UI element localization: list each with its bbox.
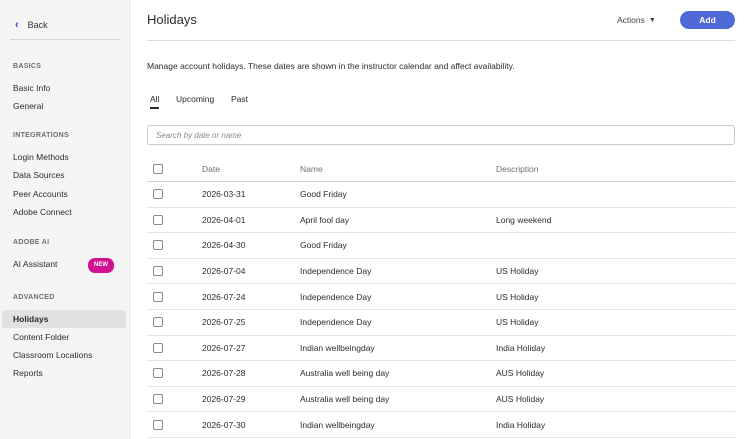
row-date: 2026-07-27 — [202, 342, 246, 353]
actions-dropdown[interactable]: Actions ▼ — [617, 15, 656, 25]
row-description: US Holiday — [496, 291, 539, 302]
column-header-date[interactable]: Date — [202, 164, 220, 174]
row-name: Independence Day — [300, 317, 372, 328]
actions-label: Actions — [617, 15, 645, 25]
row-name: Good Friday — [300, 189, 347, 200]
row-checkbox[interactable] — [153, 214, 163, 225]
row-date: 2026-07-25 — [202, 317, 246, 328]
row-name: Indian wellbeingday — [300, 419, 375, 430]
table-row[interactable]: 2026-07-29 Australia well being day AUS Ho… — [147, 387, 735, 413]
holidays-page: Holidays Actions ▼ Add Manage account ho… — [131, 0, 750, 439]
sidebar-item-holidays[interactable]: Holidays — [2, 310, 126, 328]
chevron-down-icon: ▼ — [648, 16, 656, 24]
row-checkbox[interactable] — [153, 394, 163, 405]
row-name: Independence Day — [300, 291, 372, 302]
settings-sidebar: ‹ Back BASICS Basic Info General INTEGRA… — [0, 0, 130, 439]
page-description: Manage account holidays. These dates are… — [147, 61, 515, 71]
row-description: AUS Holiday — [496, 394, 545, 405]
row-checkbox[interactable] — [153, 189, 163, 200]
tab-past[interactable]: Past — [231, 94, 248, 107]
row-checkbox[interactable] — [153, 419, 163, 430]
sidebar-item-data-sources[interactable]: Data Sources — [13, 170, 65, 180]
table-row[interactable]: 2026-07-24 Independence Day US Holiday — [147, 284, 735, 310]
table-row[interactable]: 2026-04-30 Good Friday — [147, 233, 735, 259]
row-date: 2026-07-24 — [202, 291, 246, 302]
section-title-integrations: INTEGRATIONS — [13, 132, 69, 139]
row-checkbox[interactable] — [153, 368, 163, 379]
holidays-table: Date Name Description 2026-03-31 Good Fri… — [147, 156, 735, 438]
row-description: India Holiday — [496, 419, 546, 430]
row-name: Good Friday — [300, 240, 347, 251]
sidebar-item-classroom-locations[interactable]: Classroom Locations — [13, 350, 92, 360]
row-date: 2026-04-01 — [202, 214, 246, 225]
tab-upcoming[interactable]: Upcoming — [176, 94, 214, 107]
sidebar-item-ai-assistant[interactable]: AI Assistant — [13, 259, 57, 269]
page-title: Holidays — [147, 12, 197, 27]
table-body: 2026-03-31 Good Friday 2026-04-01 April foo… — [147, 182, 735, 438]
table-row[interactable]: 2026-07-25 Independence Day US Holiday — [147, 310, 735, 336]
table-row[interactable]: 2026-07-04 Independence Day US Holiday — [147, 259, 735, 285]
row-checkbox[interactable] — [153, 342, 163, 353]
row-name: April fool day — [300, 214, 350, 225]
row-description: US Holiday — [496, 317, 539, 328]
table-row[interactable]: 2026-07-27 Indian wellbeingday India Holid… — [147, 336, 735, 362]
row-date: 2026-07-04 — [202, 266, 246, 277]
row-description: India Holiday — [496, 342, 546, 353]
section-title-adobe-ai: ADOBE AI — [13, 239, 50, 246]
sidebar-item-general[interactable]: General — [13, 101, 43, 111]
row-date: 2026-07-29 — [202, 394, 246, 405]
new-badge: NEW — [88, 258, 114, 273]
search-input[interactable] — [147, 125, 735, 145]
section-title-advanced: ADVANCED — [13, 294, 55, 301]
row-name: Australia well being day — [300, 368, 390, 379]
back-label: Back — [27, 20, 48, 30]
column-header-name[interactable]: Name — [300, 164, 323, 174]
row-date: 2026-07-28 — [202, 368, 246, 379]
row-name: Independence Day — [300, 266, 372, 277]
row-checkbox[interactable] — [153, 291, 163, 302]
row-date: 2026-03-31 — [202, 189, 246, 200]
select-all-checkbox[interactable] — [153, 163, 163, 174]
row-checkbox[interactable] — [153, 266, 163, 277]
sidebar-item-basic-info[interactable]: Basic Info — [13, 83, 50, 93]
header-divider — [147, 40, 735, 41]
add-holiday-button[interactable]: Add — [680, 11, 735, 29]
table-row[interactable]: 2026-07-30 Indian wellbeingday India Holid… — [147, 412, 735, 438]
sidebar-item-login-methods[interactable]: Login Methods — [13, 152, 69, 162]
row-description: US Holiday — [496, 266, 539, 277]
sidebar-item-adobe-connect[interactable]: Adobe Connect — [13, 207, 72, 217]
section-title-basics: BASICS — [13, 63, 42, 70]
back-button[interactable]: ‹ Back — [10, 19, 120, 40]
row-checkbox[interactable] — [153, 240, 163, 251]
row-date: 2026-04-30 — [202, 240, 246, 251]
table-header: Date Name Description — [147, 156, 735, 182]
sidebar-item-reports[interactable]: Reports — [13, 368, 43, 378]
sidebar-item-content-folder[interactable]: Content Folder — [13, 332, 69, 342]
table-row[interactable]: 2026-03-31 Good Friday — [147, 182, 735, 208]
row-date: 2026-07-30 — [202, 419, 246, 430]
row-description: AUS Holiday — [496, 368, 545, 379]
table-row[interactable]: 2026-04-01 April fool day Long weekend — [147, 208, 735, 234]
sidebar-item-peer-accounts[interactable]: Peer Accounts — [13, 189, 68, 199]
table-row[interactable]: 2026-07-28 Australia well being day AUS Ho… — [147, 361, 735, 387]
column-header-description[interactable]: Description — [496, 164, 539, 174]
chevron-left-icon: ‹ — [15, 19, 19, 31]
row-checkbox[interactable] — [153, 317, 163, 328]
row-name: Indian wellbeingday — [300, 342, 375, 353]
tab-all[interactable]: All — [150, 94, 160, 109]
row-name: Australia well being day — [300, 394, 390, 405]
row-description: Long weekend — [496, 214, 552, 225]
